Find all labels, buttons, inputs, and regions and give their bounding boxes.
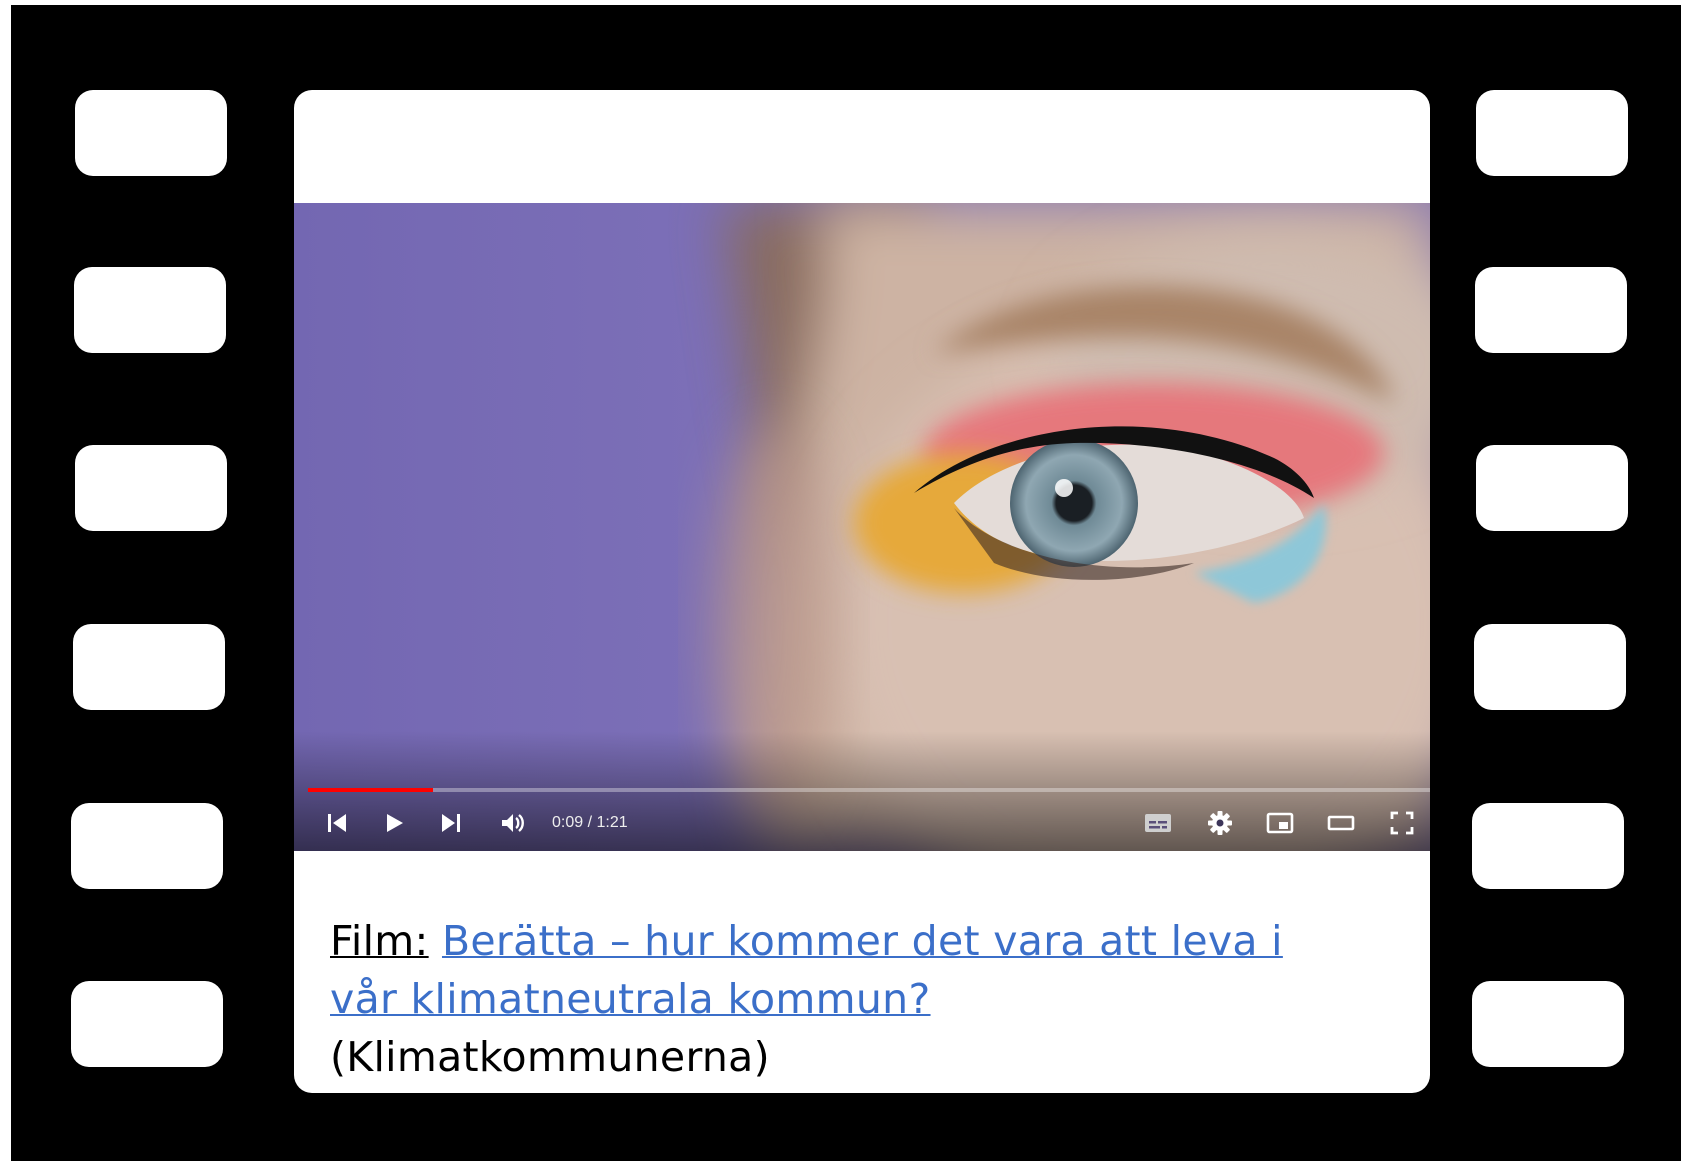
settings-button[interactable] (1200, 800, 1240, 846)
miniplayer-icon (1266, 812, 1294, 834)
sprocket-hole (75, 90, 227, 176)
theater-mode-button[interactable] (1321, 800, 1361, 846)
video-title-link[interactable]: Berätta – hur kommer det vara att leva i… (330, 917, 1283, 1023)
film-frame: 0:09 / 1:21 Film: Berätta – hur kommer d… (294, 90, 1430, 1093)
play-icon (387, 814, 403, 832)
filmstrip-background: 0:09 / 1:21 Film: Berätta – hur kommer d… (11, 5, 1681, 1161)
sprocket-hole (1472, 981, 1624, 1067)
previous-button[interactable] (317, 800, 357, 846)
settings-gear-icon (1208, 811, 1232, 835)
sprocket-hole (1475, 267, 1627, 353)
time-separator: / (583, 814, 597, 831)
sprocket-hole (1474, 624, 1626, 710)
previous-icon (328, 814, 346, 832)
video-caption: Film: Berätta – hur kommer det vara att … (330, 912, 1330, 1086)
player-controls: 0:09 / 1:21 (294, 800, 1430, 846)
progress-played (308, 788, 433, 792)
subtitles-button[interactable] (1138, 800, 1178, 846)
sprocket-hole (74, 267, 226, 353)
time-display: 0:09 / 1:21 (552, 800, 628, 846)
duration: 1:21 (596, 814, 628, 831)
subtitles-icon (1145, 814, 1171, 832)
volume-icon (502, 814, 524, 832)
sprocket-hole (73, 624, 225, 710)
video-player[interactable]: 0:09 / 1:21 (294, 203, 1430, 851)
sprocket-hole (71, 803, 223, 889)
sprocket-hole (71, 981, 223, 1067)
play-button[interactable] (374, 800, 414, 846)
sprocket-hole (75, 445, 227, 531)
next-icon (442, 814, 460, 832)
next-button[interactable] (431, 800, 471, 846)
theater-mode-icon (1327, 815, 1355, 831)
current-time: 0:09 (552, 814, 584, 831)
progress-bar[interactable] (308, 788, 1430, 792)
sprocket-hole (1476, 90, 1628, 176)
fullscreen-icon (1390, 811, 1414, 835)
film-label: Film: (330, 917, 429, 965)
sprocket-hole (1472, 803, 1624, 889)
fullscreen-button[interactable] (1382, 800, 1422, 846)
video-source: (Klimatkommunerna) (330, 1033, 770, 1081)
sprocket-hole (1476, 445, 1628, 531)
volume-button[interactable] (493, 800, 533, 846)
miniplayer-button[interactable] (1260, 800, 1300, 846)
